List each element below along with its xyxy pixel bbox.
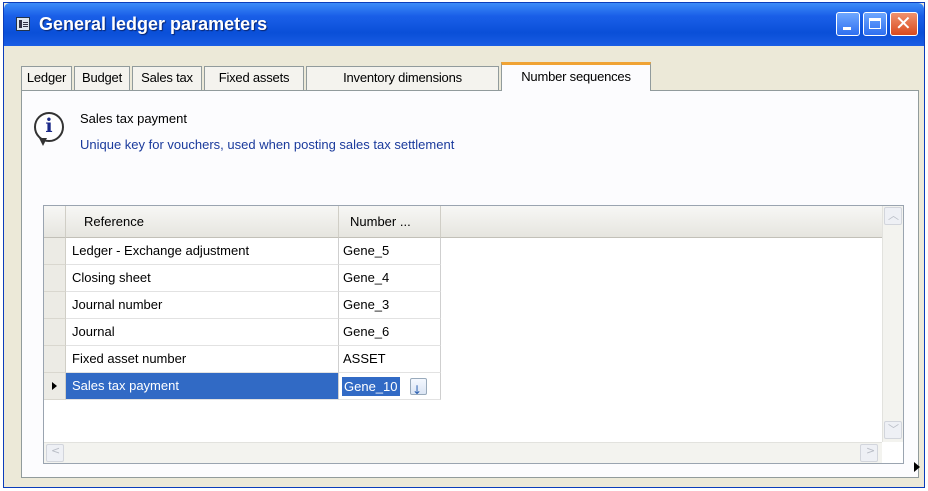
- minimize-icon: [843, 27, 851, 30]
- table-row[interactable]: Ledger - Exchange adjustment Gene_5: [44, 238, 441, 265]
- tab-fixed-assets[interactable]: Fixed assets: [204, 66, 304, 90]
- table-row[interactable]: Fixed asset number ASSET: [44, 346, 441, 373]
- number-sequence-input[interactable]: Gene_10: [342, 377, 400, 396]
- tab-number-sequences[interactable]: Number sequences: [501, 62, 651, 91]
- maximize-button[interactable]: [863, 12, 887, 36]
- reference-cell[interactable]: Journal: [66, 319, 339, 346]
- chevron-left-icon: <: [51, 444, 61, 457]
- number-sequence-cell[interactable]: Gene_3: [339, 292, 441, 319]
- tab-ledger[interactable]: Ledger: [21, 66, 72, 90]
- table-row[interactable]: Closing sheet Gene_4: [44, 265, 441, 292]
- number-sequence-cell[interactable]: Gene_5: [339, 238, 441, 265]
- tab-sales-tax[interactable]: Sales tax: [132, 66, 202, 90]
- reference-cell[interactable]: Ledger - Exchange adjustment: [66, 238, 339, 265]
- row-selector-header[interactable]: [44, 206, 66, 238]
- column-header-reference[interactable]: Reference: [66, 206, 339, 238]
- scroll-right-button[interactable]: >: [860, 444, 878, 462]
- tab-inventory-dimensions[interactable]: Inventory dimensions: [306, 66, 499, 90]
- row-selector[interactable]: [44, 373, 66, 400]
- chevron-right-icon: >: [866, 444, 876, 457]
- chevron-up-icon: ︿: [888, 209, 899, 222]
- row-selector[interactable]: [44, 238, 66, 265]
- number-sequence-cell[interactable]: ASSET: [339, 346, 441, 373]
- table-row[interactable]: Journal number Gene_3: [44, 292, 441, 319]
- reference-cell[interactable]: Closing sheet: [66, 265, 339, 292]
- row-selector[interactable]: [44, 265, 66, 292]
- lookup-arrow-icon: ↓: [412, 383, 423, 397]
- reference-cell[interactable]: Fixed asset number: [66, 346, 339, 373]
- column-header-reference-label: Reference: [84, 214, 144, 229]
- close-button[interactable]: ✕: [890, 11, 918, 36]
- number-sequence-cell[interactable]: Gene_4: [339, 265, 441, 292]
- horizontal-scrollbar[interactable]: < >: [44, 442, 882, 463]
- info-description: Unique key for vouchers, used when posti…: [80, 137, 455, 152]
- minimize-button[interactable]: [836, 12, 860, 36]
- scroll-down-button[interactable]: ﹀: [884, 421, 902, 439]
- table-row-selected[interactable]: Sales tax payment Gene_10 ↓: [44, 373, 441, 400]
- column-header-number-sequence[interactable]: Number ...: [339, 206, 441, 238]
- column-header-filler: [441, 206, 882, 238]
- scroll-left-button[interactable]: <: [46, 444, 64, 462]
- window-title: General ledger parameters: [39, 14, 268, 34]
- close-icon: ✕: [895, 11, 912, 35]
- reference-cell[interactable]: Journal number: [66, 292, 339, 319]
- row-selector[interactable]: [44, 319, 66, 346]
- row-selector[interactable]: [44, 292, 66, 319]
- chevron-down-icon: ﹀: [888, 423, 899, 436]
- number-sequence-cell[interactable]: Gene_6: [339, 319, 441, 346]
- number-sequence-cell[interactable]: Gene_10 ↓: [339, 373, 441, 400]
- reference-cell[interactable]: Sales tax payment: [66, 373, 339, 400]
- row-selector[interactable]: [44, 346, 66, 373]
- tab-budget[interactable]: Budget: [74, 66, 130, 90]
- number-sequence-grid[interactable]: Reference Number ... Ledger - Exchange a…: [43, 205, 904, 464]
- maximize-icon: [869, 18, 881, 29]
- vertical-scrollbar[interactable]: ︿ ﹀: [882, 206, 903, 442]
- info-title: Sales tax payment: [80, 111, 187, 126]
- current-row-pointer-icon: [52, 382, 57, 390]
- column-header-number-label: Number ...: [350, 214, 411, 229]
- info-icon: i: [34, 112, 64, 146]
- expand-arrow-icon[interactable]: [914, 462, 920, 472]
- scroll-up-button[interactable]: ︿: [884, 207, 902, 225]
- lookup-button[interactable]: ↓: [410, 378, 427, 397]
- title-bar[interactable]: General ledger parameters ✕: [4, 3, 924, 46]
- ledger-app-icon[interactable]: [16, 17, 30, 31]
- table-row[interactable]: Journal Gene_6: [44, 319, 441, 346]
